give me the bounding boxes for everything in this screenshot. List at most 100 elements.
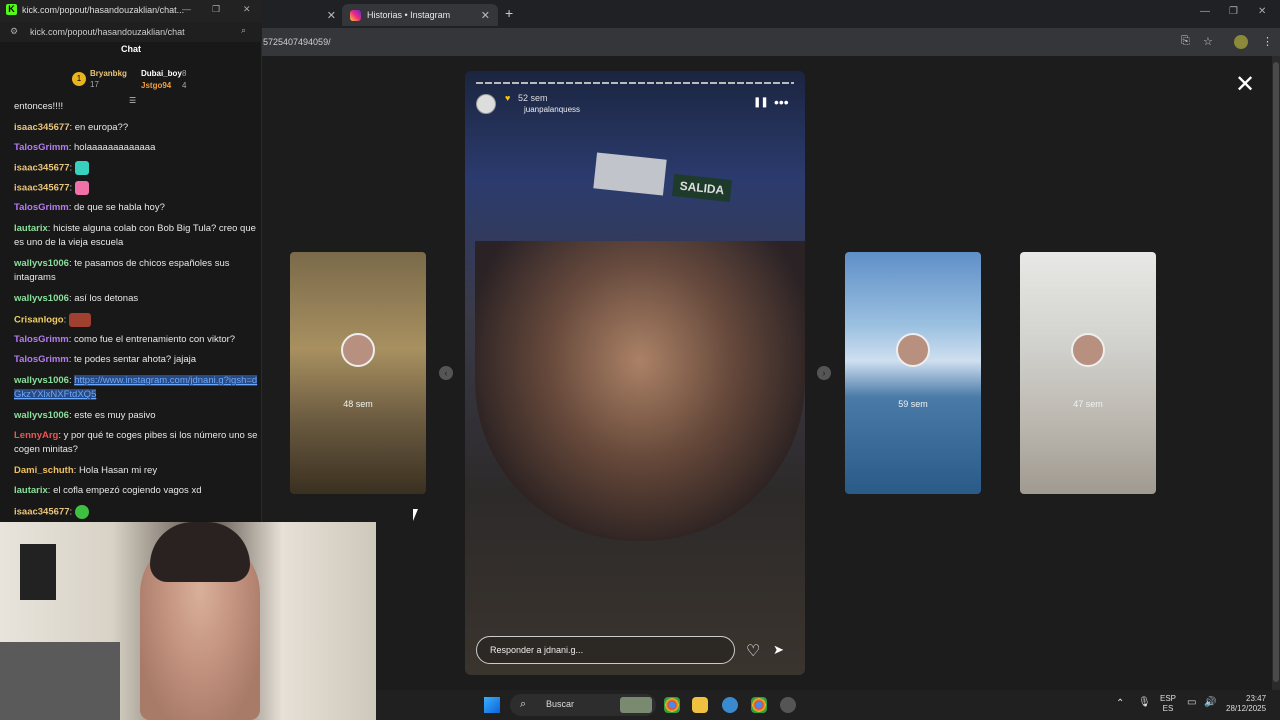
story-author-avatar[interactable] (476, 94, 496, 114)
search-highlight-icon (620, 697, 652, 713)
search-icon: ⌕ (520, 698, 527, 710)
taskbar-search[interactable]: ⌕ Buscar (510, 694, 656, 716)
chat-message: wallyvs1006: así los detonas (14, 293, 139, 304)
search-icon[interactable]: ⌕ (241, 25, 246, 36)
pause-icon[interactable]: ❚❚ (753, 97, 769, 108)
message-text: te podes sentar ahota? jajaja (74, 354, 197, 365)
chat-username[interactable]: lautarix (14, 485, 48, 496)
tab-label: Historias • Instagram (367, 10, 451, 20)
chat-username[interactable]: wallyvs1006 (14, 293, 69, 304)
top-gifters: 1 Bryanbkg 17 Dubai_boy 8 Jstgo94 4 ☰ (70, 68, 250, 105)
chat-username[interactable]: TalosGrimm (14, 354, 69, 365)
gifter-name[interactable]: Bryanbkg (90, 69, 127, 78)
chat-message: wallyvs1006: este es muy pasivo (14, 410, 156, 421)
clock-date: 28/12/2025 (1226, 704, 1267, 713)
chat-username[interactable]: isaac345677 (14, 163, 69, 174)
more-options-icon[interactable]: ••• (774, 94, 789, 110)
tab-inactive[interactable]: ✕ (262, 4, 344, 26)
message-text: de que se habla hoy? (74, 202, 165, 213)
chat-username[interactable]: TalosGrimm (14, 334, 69, 345)
chat-username[interactable]: wallyvs1006 (14, 258, 69, 269)
story-avatar (341, 333, 375, 368)
windows-start-icon[interactable] (484, 697, 500, 713)
clock-time: 23:47 (1246, 694, 1267, 703)
story-image-light (593, 152, 667, 196)
chat-username[interactable]: Crisanlogo (14, 315, 64, 326)
app-icon[interactable] (780, 697, 796, 713)
chat-username[interactable]: LennyArg (14, 430, 58, 441)
emote-icon (68, 313, 91, 327)
page-scrollbar[interactable] (1272, 56, 1280, 690)
chat-message: lautarix: hiciste alguna colab con Bob B… (14, 223, 256, 248)
emote-icon (74, 181, 89, 195)
close-window-icon[interactable]: ✕ (1258, 6, 1266, 17)
chrome-icon[interactable] (664, 697, 680, 713)
side-story-card[interactable]: 48 sem (290, 252, 426, 494)
message-text: el cofla empezó cogiendo vagos xd (53, 485, 202, 496)
new-tab-icon[interactable]: + (505, 5, 513, 21)
active-story[interactable]: SALIDA (465, 71, 805, 675)
instagram-icon (350, 9, 361, 21)
like-heart-icon[interactable]: ♡ (746, 641, 760, 661)
close-viewer-icon[interactable]: ✕ (1235, 70, 1255, 99)
restore-icon[interactable]: ❐ (212, 4, 220, 15)
gifter-name[interactable]: Jstgo94 (141, 81, 171, 90)
chat-username[interactable]: isaac345677 (14, 122, 69, 133)
install-app-icon[interactable]: ⎘ (1181, 35, 1190, 48)
webcam-hair (150, 522, 250, 582)
chat-username[interactable]: isaac345677 (14, 507, 69, 518)
restore-icon[interactable]: ❐ (1229, 6, 1238, 17)
story-avatar (896, 333, 930, 368)
kick-url: kick.com/popout/hasandouzaklian/chat (30, 27, 185, 37)
clock[interactable]: 23:47 28/12/2025 (1226, 694, 1266, 714)
close-tab-icon[interactable]: ✕ (327, 9, 336, 22)
language-indicator[interactable]: ESP ES (1160, 694, 1176, 714)
send-icon[interactable]: ➤ (773, 642, 784, 658)
close-tab-icon[interactable]: ✕ (481, 9, 490, 22)
previous-story-icon[interactable]: ‹ (439, 366, 453, 380)
site-info-icon[interactable]: ⚙ (10, 26, 18, 37)
chat-message: TalosGrimm: de que se habla hoy? (14, 202, 165, 213)
chat-username[interactable]: TalosGrimm (14, 202, 69, 213)
chat-username[interactable]: wallyvs1006 (14, 410, 69, 421)
reply-input[interactable]: Responder a jdnani.g... (476, 636, 735, 664)
close-friends-heart-icon: ♥ (505, 93, 511, 103)
chat-message: wallyvs1006: https://www.instagram.com/j… (14, 375, 258, 400)
close-window-icon[interactable]: ✕ (243, 4, 251, 15)
message-text: Hola Hasan mi rey (78, 465, 158, 476)
browser-menu-icon[interactable]: ⋮ (1262, 35, 1273, 48)
story-audio-user[interactable]: juanpalanquess (524, 105, 580, 114)
microphone-icon[interactable]: 🎙 (1138, 698, 1151, 708)
tray-chevron-icon[interactable]: ⌃ (1116, 699, 1124, 709)
side-story-card[interactable]: 47 sem (1020, 252, 1156, 494)
scrollbar-thumb[interactable] (1273, 62, 1279, 682)
gifter-name[interactable]: Dubai_boy (141, 69, 182, 78)
chat-username[interactable]: wallyvs1006 (14, 375, 69, 386)
next-story-icon[interactable]: › (817, 366, 831, 380)
message-text: holaaaaaaaaaaaaa (74, 142, 156, 153)
chrome-icon[interactable] (751, 697, 767, 713)
story-time: 52 sem (518, 93, 548, 103)
chat-message: isaac345677: (14, 161, 258, 176)
volume-icon[interactable]: 🔊 (1204, 698, 1216, 708)
bookmark-star-icon[interactable]: ☆ (1203, 35, 1213, 48)
language-top: ESP (1160, 694, 1177, 703)
app-icon[interactable] (722, 697, 738, 713)
url-text[interactable]: 5725407494059/ (263, 37, 331, 47)
kick-chat-window: K kick.com/popout/hasandouzaklian/chat..… (0, 0, 262, 522)
file-explorer-icon[interactable] (692, 697, 708, 713)
chat-username[interactable]: isaac345677 (14, 183, 69, 194)
side-story-card[interactable]: 59 sem (845, 252, 981, 494)
chat-username[interactable]: TalosGrimm (14, 142, 69, 153)
display-icon[interactable]: ▭ (1187, 698, 1196, 708)
profile-avatar[interactable] (1234, 35, 1248, 49)
minimize-icon[interactable]: — (1200, 6, 1210, 17)
story-header: ♥ 52 sem juanpalanquess ❚❚ ••• (476, 92, 796, 118)
chat-username[interactable]: lautarix (14, 223, 48, 234)
kick-url-bar[interactable]: ⚙ kick.com/popout/hasandouzaklian/chat ⌕ (0, 22, 262, 42)
message-text: entonces!!!! (14, 101, 64, 112)
taskbar-search-label: Buscar (546, 699, 575, 709)
chat-username[interactable]: Dami_schuth (14, 465, 74, 476)
minimize-icon[interactable]: — (182, 4, 191, 14)
tab-instagram-stories[interactable]: Historias • Instagram ✕ (342, 4, 498, 26)
